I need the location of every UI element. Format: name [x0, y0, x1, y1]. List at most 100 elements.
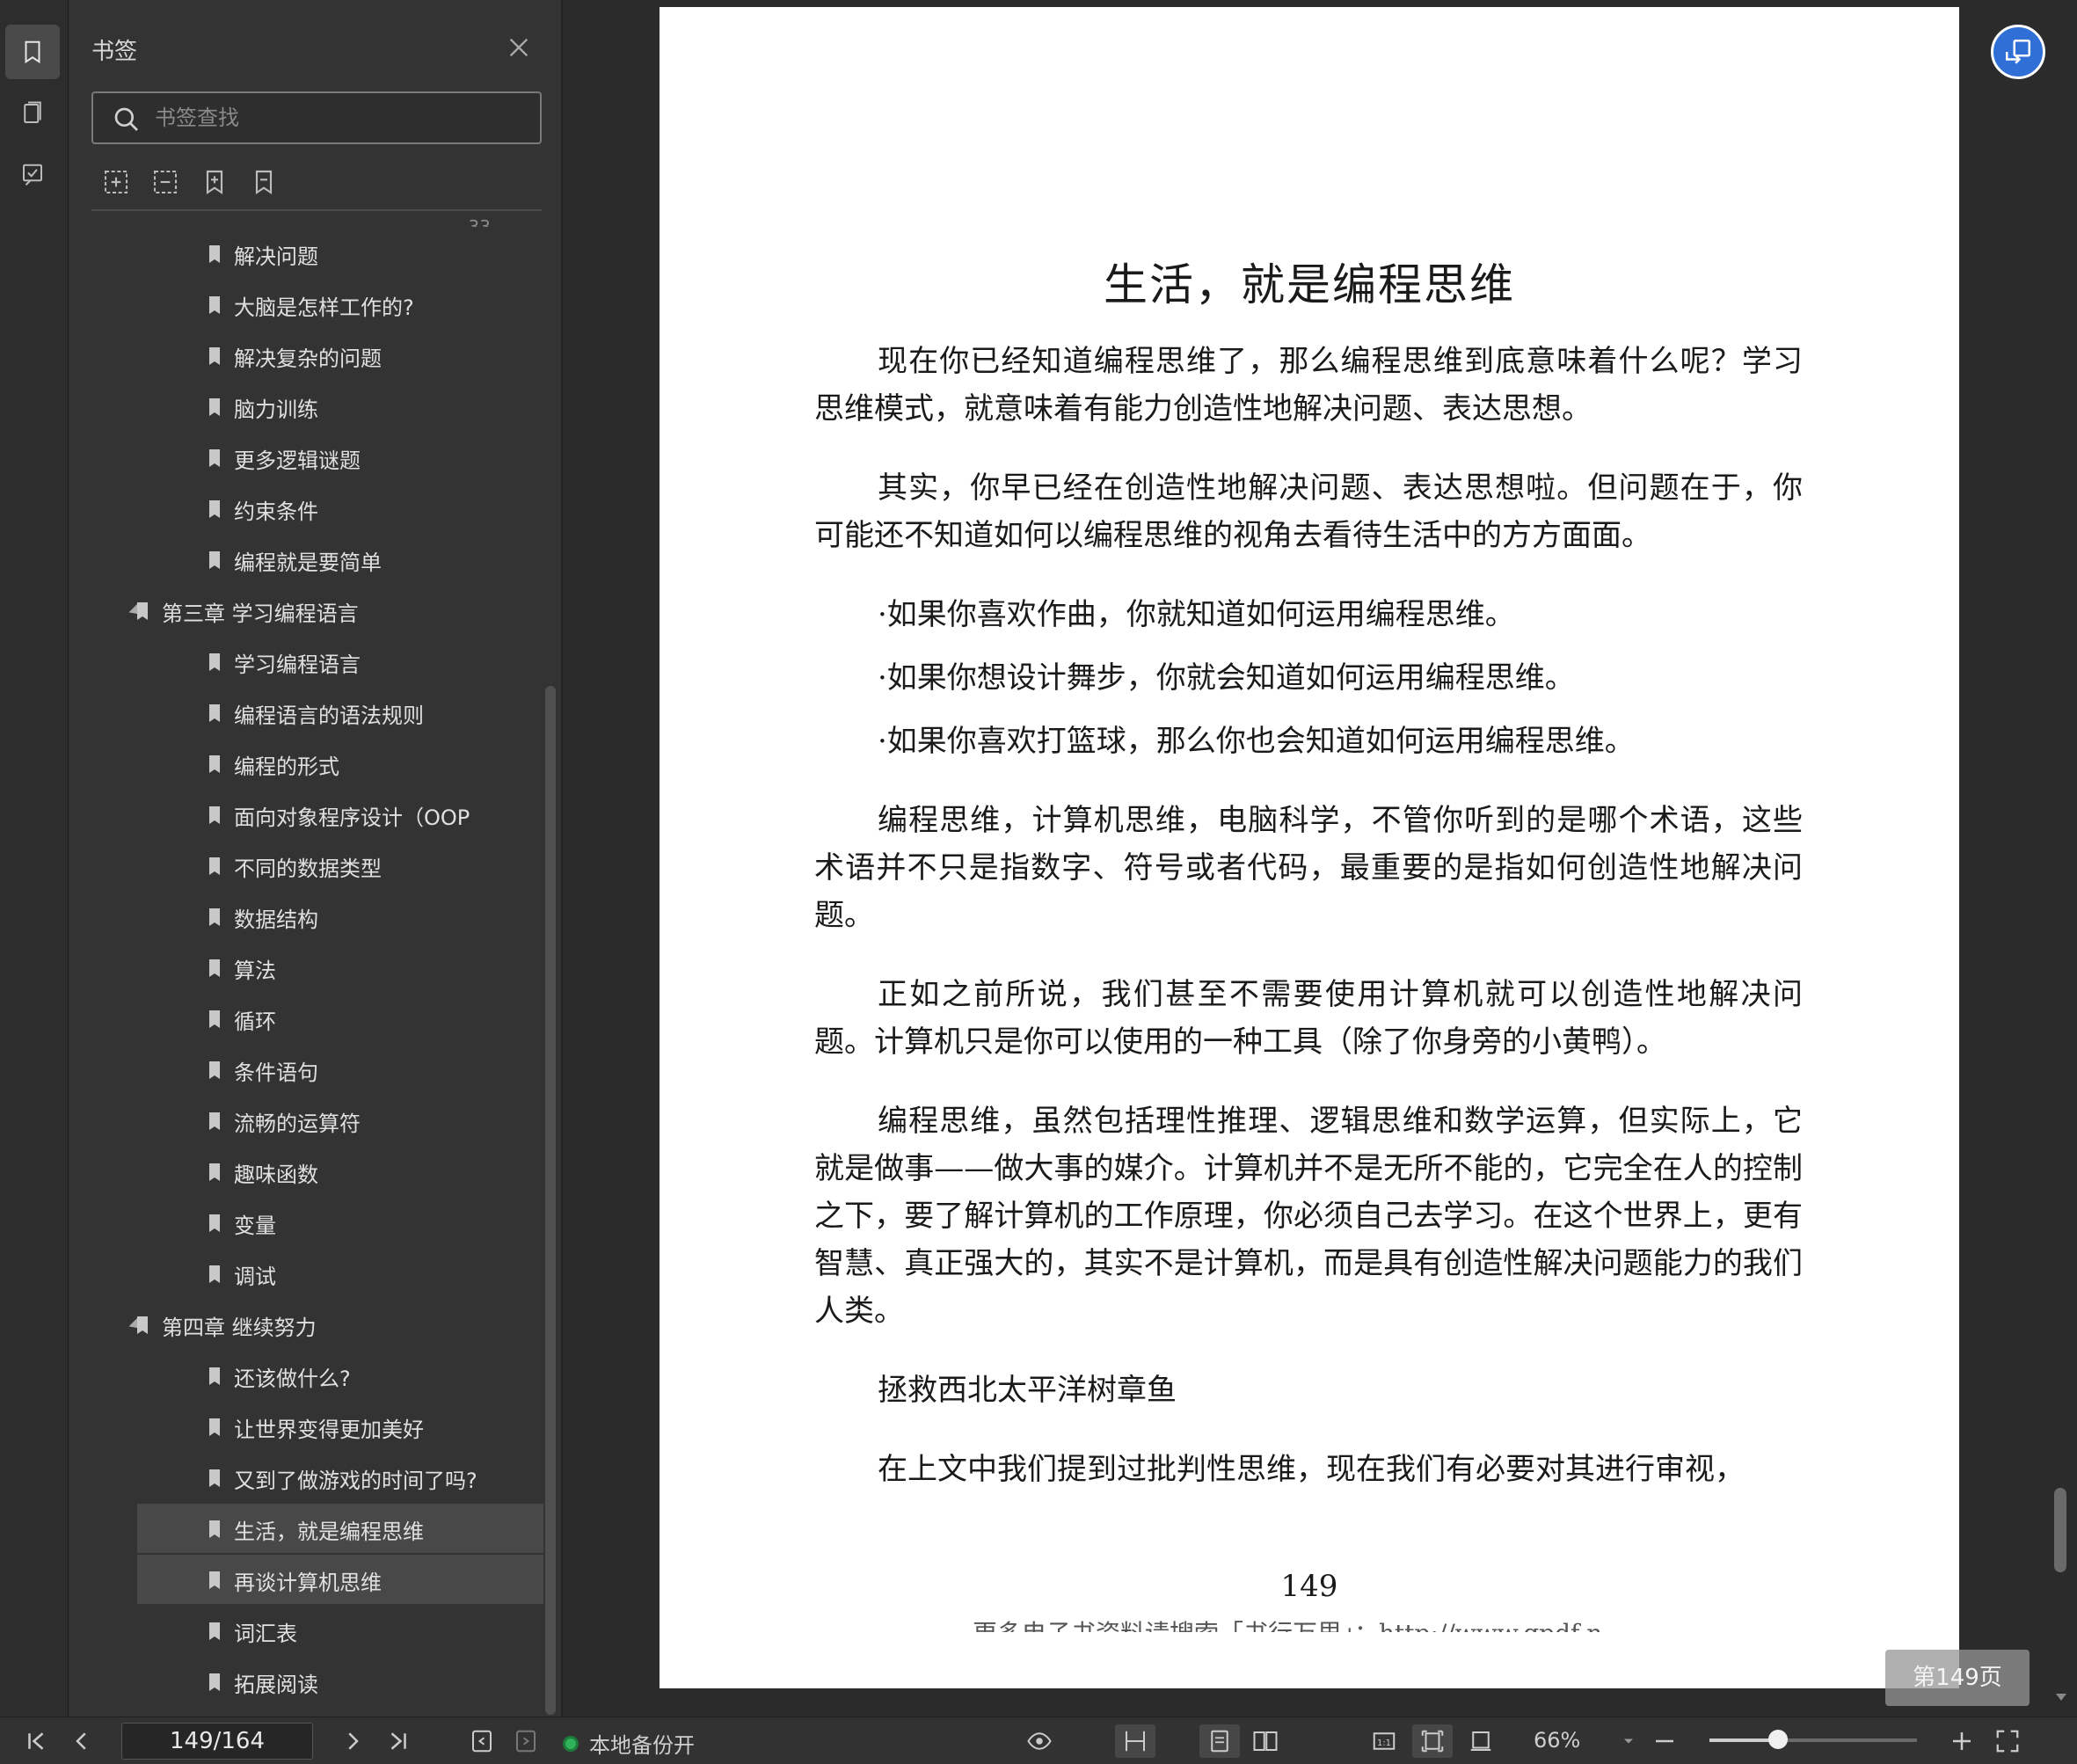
bookmark-item[interactable]: 解决复杂的问题 44: [135, 331, 543, 380]
zoom-in-icon[interactable]: [1947, 1724, 1977, 1758]
expand-all-icon[interactable]: [102, 167, 130, 197]
bookmark-page-number: 57: [521, 554, 543, 579]
bookmark-item[interactable]: 趣味函数 108: [135, 1147, 543, 1196]
last-page-icon[interactable]: [383, 1724, 413, 1758]
annotation-panel-icon[interactable]: [5, 148, 60, 202]
bookmark-item[interactable]: 再谈计算机思维 151: [137, 1555, 543, 1604]
bookmark-page-number: 163: [521, 1676, 543, 1701]
bookmark-item[interactable]: 脑力训练 46: [135, 382, 543, 431]
bookmark-icon: [135, 1316, 149, 1335]
first-page-icon[interactable]: [21, 1724, 51, 1758]
bookmark-item[interactable]: 又到了做游戏的时间了吗? 140: [135, 1453, 543, 1502]
bookmark-icon: [208, 1571, 222, 1590]
bookmark-search-box[interactable]: [91, 91, 542, 144]
bookmark-item[interactable]: 大脑是怎样工作的? 42: [135, 280, 543, 329]
bookmark-chapter-item[interactable]: 第四章 继续努力 133: [91, 1300, 543, 1349]
bookmark-item[interactable]: 循环 88: [135, 994, 543, 1043]
double-page-icon[interactable]: [1245, 1724, 1286, 1758]
close-icon[interactable]: [506, 35, 531, 60]
bookmark-icon: [208, 1010, 222, 1029]
back-icon[interactable]: [466, 1724, 498, 1758]
partial-page-number: 33: [468, 216, 491, 227]
bookmark-item[interactable]: 算法 85: [135, 943, 543, 992]
bookmark-item[interactable]: 变量 116: [135, 1198, 543, 1247]
bookmark-label: 生活，就是编程思维: [234, 1520, 424, 1544]
thumbnail-panel-icon[interactable]: [5, 86, 60, 141]
bookmark-icon: [208, 1265, 222, 1284]
page-number-field[interactable]: [121, 1723, 313, 1760]
bookmark-item[interactable]: 流畅的运算符 104: [135, 1096, 543, 1145]
bookmark-item[interactable]: 词汇表 157: [135, 1606, 543, 1655]
bookmark-toolbar: [102, 167, 278, 202]
previous-page-icon[interactable]: [67, 1724, 97, 1758]
backup-status[interactable]: 本地备份开: [563, 1728, 695, 1759]
collapse-all-icon[interactable]: [151, 167, 179, 197]
next-page-icon[interactable]: [338, 1724, 368, 1758]
bookmark-label: 趣味函数: [234, 1163, 318, 1187]
search-input[interactable]: [155, 100, 524, 135]
zoom-level[interactable]: 66%: [1534, 1728, 1580, 1753]
bookmark-label: 解决复杂的问题: [234, 346, 382, 371]
bookmark-page-number: 44: [521, 350, 543, 375]
fullscreen-icon[interactable]: [1993, 1724, 2022, 1758]
bookmark-icon: [208, 499, 222, 519]
bookmark-page-number: 54: [521, 503, 543, 528]
backup-label: 本地备份开: [589, 1733, 695, 1758]
zoom-out-icon[interactable]: [1650, 1724, 1680, 1758]
bookmark-item[interactable]: 让世界变得更加美好 138: [135, 1402, 543, 1451]
convert-floating-button[interactable]: [1991, 25, 2045, 79]
bookmark-item[interactable]: 不同的数据类型 80: [135, 841, 543, 890]
bookmark-item[interactable]: 调试 126: [135, 1249, 543, 1298]
rotate-icon[interactable]: [1463, 1724, 1498, 1758]
zoom-dropdown-chevron-icon[interactable]: [1620, 1724, 1637, 1758]
eye-care-icon[interactable]: [1017, 1724, 1062, 1758]
bookmark-chapter-item[interactable]: 第三章 学习编程语言 63: [91, 586, 543, 635]
actual-size-icon[interactable]: 1:1: [1366, 1724, 1402, 1758]
zoom-slider[interactable]: [1709, 1730, 1917, 1749]
add-bookmark-icon[interactable]: [200, 167, 229, 197]
bookmark-item[interactable]: 拓展阅读 163: [135, 1657, 543, 1706]
zoom-slider-knob[interactable]: [1767, 1730, 1788, 1749]
bookmark-label: 再谈计算机思维: [234, 1571, 382, 1595]
bookmark-item[interactable]: 还该做什么? 133: [135, 1351, 543, 1400]
bookmark-item[interactable]: 学习编程语言 63: [135, 637, 543, 686]
page-number: 149: [1280, 1569, 1338, 1604]
forward-icon[interactable]: [510, 1724, 542, 1758]
bookmark-icon: [208, 959, 222, 978]
single-page-icon[interactable]: [1199, 1724, 1240, 1758]
bookmark-item[interactable]: 更多逻辑谜题 51: [135, 433, 543, 482]
bookmark-icon: [208, 1418, 222, 1437]
bookmark-item[interactable]: 编程的形式 71: [135, 739, 543, 788]
bookmark-icon: [208, 1061, 222, 1080]
bookmark-label: 循环: [234, 1010, 276, 1034]
document-scrollbar[interactable]: [2054, 1488, 2066, 1572]
bookmark-item[interactable]: 约束条件 54: [135, 484, 543, 533]
bullet-item: ·如果你喜欢作曲，你就知道如何运用编程思维。: [878, 597, 1515, 632]
bookmark-panel: 书签 33 解决问题 39 大脑是怎样工作的? 42 解决复杂的问题 44 脑力训练 46 更多…: [69, 0, 563, 1717]
bookmark-label: 脑力训练: [234, 397, 318, 422]
bookmark-item[interactable]: 生活，就是编程思维 149: [137, 1504, 543, 1553]
bookmark-panel-icon[interactable]: [5, 25, 60, 79]
bookmark-page-number: 84: [521, 911, 543, 936]
bookmark-icon: [208, 652, 222, 672]
bookmark-item[interactable]: 数据结构 84: [135, 892, 543, 941]
page-input[interactable]: [122, 1724, 312, 1759]
bookmark-label: 流畅的运算符: [234, 1112, 361, 1136]
bookmark-item[interactable]: 编程语言的语法规则 65: [135, 688, 543, 737]
bookmark-item[interactable]: 解决问题 39: [135, 229, 543, 278]
paragraph: 现在你已经知道编程思维了，那么编程思维到底意味着什么呢？学习思维模式，就意味着有…: [814, 344, 1803, 426]
scroll-down-arrow-icon[interactable]: [2056, 1694, 2066, 1701]
delete-bookmark-icon[interactable]: [250, 167, 278, 197]
status-bar: 本地备份开 1:1 66%: [0, 1717, 2077, 1764]
fit-page-icon[interactable]: [1412, 1724, 1453, 1758]
convert-icon: [2005, 39, 2031, 64]
bookmark-icon: [208, 1622, 222, 1641]
panel-scrollbar[interactable]: [545, 686, 556, 1715]
bookmark-page-number: 88: [521, 1013, 543, 1038]
bookmark-item[interactable]: 条件语句 96: [135, 1045, 543, 1094]
paragraph: 正如之前所说，我们甚至不需要使用计算机就可以创造性地解决问题。计算机只是你可以使…: [814, 977, 1803, 1060]
bookmark-item[interactable]: 面向对象程序设计（OOP 75: [135, 790, 543, 839]
bullet-item: ·如果你喜欢打篮球，那么你也会知道如何运用编程思维。: [878, 724, 1635, 759]
bookmark-item[interactable]: 编程就是要简单 57: [135, 535, 543, 584]
fit-width-icon[interactable]: [1115, 1724, 1155, 1758]
